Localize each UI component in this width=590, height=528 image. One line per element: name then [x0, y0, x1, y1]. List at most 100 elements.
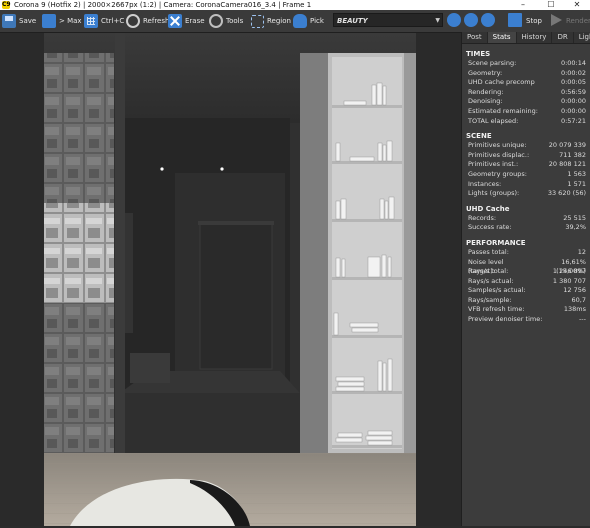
stat-label: UHD cache precomp [468, 78, 535, 87]
stat-value: 0:57:21 [560, 116, 586, 125]
copy-label: Ctrl+C [101, 17, 125, 25]
gear-icon [209, 14, 223, 28]
stat-label: Rays/s actual: [468, 276, 514, 285]
stat-row: Rays/s total: 1 246 897 [462, 267, 590, 277]
section-times: Scene parsing: 0:00:14 Geometry: 0:00:02 UHD… [462, 59, 590, 126]
stat-label: TOTAL elapsed: [468, 116, 519, 125]
stat-label: Lights (groups): [468, 189, 520, 198]
tab-lightmix[interactable]: LightMix [574, 32, 590, 43]
tab-history[interactable]: History [517, 32, 553, 43]
stat-row: Geometry groups: 1 563 [462, 170, 590, 180]
render-play-icon[interactable] [551, 14, 562, 26]
app-icon: C9 [2, 1, 11, 9]
stat-row: Primitives displac.: 711 382 [462, 151, 590, 161]
stat-value: 39,2% [565, 223, 586, 232]
refresh-icon [126, 14, 140, 28]
close-button[interactable]: ✕ [566, 0, 588, 10]
stat-value: 0:00:00 [560, 106, 586, 115]
save-label: Save [19, 17, 37, 25]
stat-value: 1 563 [567, 169, 586, 178]
refresh-label: Refresh [143, 17, 170, 25]
tools-button[interactable]: Tools [209, 13, 243, 29]
save-button[interactable]: Save [2, 13, 36, 29]
pick-label: Pick [310, 17, 324, 25]
stat-label: Rendering: [468, 87, 504, 96]
erase-label: Erase [185, 17, 205, 25]
stat-label: Preview denoiser time: [468, 315, 543, 324]
stat-value: 711 382 [559, 150, 586, 159]
render-channel-select[interactable]: BEAUTY ▼ [333, 13, 443, 27]
stop-label: Stop [526, 17, 542, 25]
tab-stats[interactable]: Stats [487, 32, 517, 43]
erase-button[interactable]: Erase [168, 13, 205, 29]
region-icon [251, 14, 264, 28]
save-icon [2, 14, 16, 28]
stat-label: VFB refresh time: [468, 305, 525, 314]
stat-label: Records: [468, 213, 497, 222]
stat-label: Samples/s actual: [468, 286, 526, 295]
zoom-in-icon[interactable] [447, 13, 461, 27]
stats-panel: Post Stats History DR LightMix TIMES Sce… [461, 32, 590, 526]
stop-icon[interactable] [508, 13, 522, 27]
stat-value: 60,7 [571, 295, 586, 304]
tools-label: Tools [226, 17, 244, 25]
stat-row: Denoising: 0:00:00 [462, 97, 590, 107]
hand-icon [293, 14, 307, 28]
zoom-fit-icon[interactable] [481, 13, 495, 27]
stat-label: Rays/sample: [468, 295, 512, 304]
section-uhd: Records: 25 515 Success rate: 39,2% [462, 214, 590, 233]
stat-label: Estimated remaining: [468, 106, 538, 115]
maximize-button[interactable]: ☐ [540, 0, 562, 10]
stat-value: 20 079 339 [548, 141, 586, 150]
stat-row: Noise level (target): 16,61% (15,00%) [462, 257, 590, 276]
render-label: Render [566, 17, 590, 25]
stat-row: Rendering: 0:56:59 [462, 88, 590, 98]
copy-button[interactable]: Ctrl+C [84, 13, 124, 29]
vfb-toolbar: Save > Max Ctrl+C Refresh Erase Tools Re… [0, 10, 590, 33]
stat-row: Rays/s actual: 1 380 707 [462, 277, 590, 287]
erase-icon [168, 14, 182, 28]
stat-row: Estimated remaining: 0:00:00 [462, 107, 590, 117]
minimize-button[interactable]: – [512, 0, 534, 10]
region-button[interactable]: Region [251, 13, 291, 29]
stat-row: UHD cache precomp 0:00:05 [462, 78, 590, 88]
stat-row: Success rate: 39,2% [462, 223, 590, 233]
stat-value: 12 756 [563, 286, 586, 295]
stat-value: 0:00:14 [560, 59, 586, 67]
stat-row: Primitives inst.: 20 808 121 [462, 160, 590, 170]
stat-row: Primitives unique: 20 079 339 [462, 141, 590, 151]
stat-row: Lights (groups): 33 620 (56) [462, 189, 590, 199]
stat-label: Denoising: [468, 97, 503, 106]
stat-row: Records: 25 515 [462, 214, 590, 224]
stat-row: VFB refresh time: 138ms [462, 305, 590, 315]
stat-row: TOTAL elapsed: 0:57:21 [462, 117, 590, 127]
stat-value: 16,61% (15,00%) [556, 257, 586, 276]
max-button[interactable]: > Max [42, 13, 82, 29]
stat-label: Success rate: [468, 223, 512, 232]
stat-label: Instances: [468, 179, 502, 188]
stat-value: 0:56:59 [560, 87, 586, 96]
stat-label: Noise level (target): [468, 257, 504, 276]
stat-value: 0:00:00 [560, 97, 586, 106]
section-scene-title: SCENE [466, 132, 492, 141]
stat-label: Passes total: [468, 247, 509, 256]
section-scene: Primitives unique: 20 079 339 Primitives d… [462, 141, 590, 199]
rendered-image [0, 33, 462, 526]
tab-dr[interactable]: DR [552, 32, 574, 43]
pick-button[interactable]: Pick [293, 13, 324, 29]
stat-value: 33 620 (56) [547, 189, 586, 198]
render-channel-value: BEAUTY [337, 17, 368, 25]
zoom-out-icon[interactable] [464, 13, 478, 27]
stat-label: Scene parsing: [468, 59, 517, 67]
refresh-button[interactable]: Refresh [126, 13, 169, 29]
stat-label: Primitives unique: [468, 141, 527, 150]
tab-post[interactable]: Post [462, 32, 488, 43]
stat-value: 138ms [563, 305, 586, 314]
stat-value: 20 808 121 [548, 160, 586, 169]
section-uhd-title: UHD Cache [466, 204, 510, 213]
render-viewport[interactable] [0, 33, 462, 526]
section-times-title: TIMES [466, 50, 491, 58]
stat-value: 0:00:05 [560, 78, 586, 87]
stat-row: Passes total: 12 [462, 248, 590, 258]
stat-label: Primitives displac.: [468, 150, 530, 159]
